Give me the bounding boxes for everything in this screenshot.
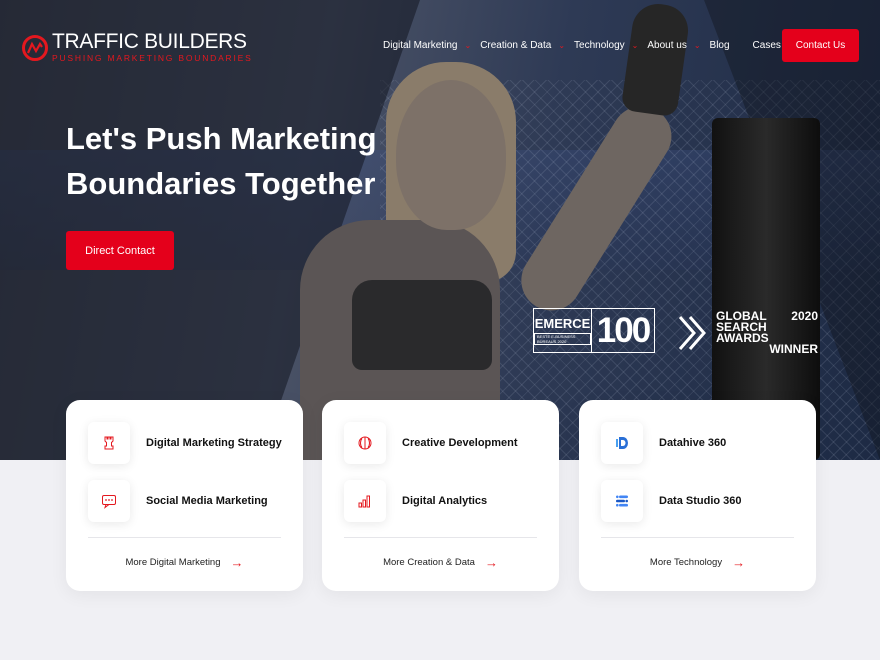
hero-photo-person — [352, 280, 492, 370]
chevron-down-icon: ⌄ — [558, 41, 566, 50]
arrow-right-icon: → — [732, 555, 746, 570]
nav-item-label: About us — [647, 40, 687, 51]
card-item[interactable]: Datahive 360 — [601, 422, 726, 464]
chess-rook-icon — [88, 422, 130, 464]
card-item-label: Digital Analytics — [402, 495, 488, 507]
nav-item-blog[interactable]: Blog — [710, 40, 730, 51]
nav-item-creation-data[interactable]: Creation & Data ⌄ — [480, 40, 574, 51]
hero-headline: Let's Push Marketing Boundaries Together — [66, 116, 426, 206]
emerce-100-award: EMERCE BESTE E-BUSINESS BUREAUS 2020 100 — [533, 308, 655, 353]
service-card-digital-marketing: Digital Marketing Strategy Social Media … — [66, 400, 303, 591]
global-search-awards-badge: GLOBAL 2020 SEARCH AWARDS WINNER — [676, 309, 818, 356]
award-year: 2020 — [791, 309, 818, 323]
nav-item-label: Cases — [752, 40, 781, 51]
brand-tagline: PUSHING MARKETING BOUNDARIES — [52, 53, 253, 63]
card-item-label: Digital Marketing Strategy — [146, 437, 282, 449]
more-link-label: More Digital Marketing — [125, 557, 221, 568]
bar-chart-icon — [344, 480, 386, 522]
award-text: WINNER — [769, 342, 818, 356]
hero-headline-line: Boundaries Together — [66, 166, 376, 201]
nav-item-technology[interactable]: Technology ⌄ — [574, 40, 647, 51]
direct-contact-button[interactable]: Direct Contact — [66, 231, 174, 270]
chevron-arrow-icon — [678, 316, 706, 350]
nav-item-label: Digital Marketing — [383, 40, 458, 51]
nav-item-cases[interactable]: Cases — [753, 40, 781, 51]
more-link[interactable]: More Technology → — [579, 555, 816, 570]
emerce-number: 100 — [596, 310, 651, 350]
chevron-down-icon: ⌄ — [693, 41, 701, 50]
logo-mark-icon — [22, 34, 48, 61]
service-card-creation-data: Creative Development Digital Analytics M… — [322, 400, 559, 591]
card-item[interactable]: Data Studio 360 — [601, 480, 742, 522]
nav-item-label: Creation & Data — [480, 40, 552, 51]
nav-item-label: Blog — [709, 40, 730, 51]
data-studio-icon — [601, 480, 643, 522]
card-divider — [344, 537, 537, 538]
card-item[interactable]: Social Media Marketing — [88, 480, 268, 522]
hero-section — [0, 0, 880, 460]
more-link-label: More Technology — [649, 557, 723, 568]
card-item-label: Datahive 360 — [659, 437, 727, 449]
more-link[interactable]: More Digital Marketing → — [66, 555, 303, 570]
more-link-label: More Creation & Data — [383, 557, 475, 568]
more-link[interactable]: More Creation & Data → — [322, 555, 559, 570]
creative-circle-icon — [344, 422, 386, 464]
card-divider — [601, 537, 794, 538]
chevron-down-icon: ⌄ — [631, 41, 639, 50]
nav-item-about-us[interactable]: About us ⌄ — [647, 40, 709, 51]
card-item[interactable]: Digital Marketing Strategy — [88, 422, 282, 464]
emerce-subtitle: BESTE E-BUSINESS BUREAUS 2020 — [534, 333, 591, 345]
brand-title: TRAFFIC BUILDERS — [52, 30, 247, 53]
service-card-technology: Datahive 360 Data Studio 360 More Techno… — [579, 400, 816, 591]
emerce-name: EMERCE — [534, 316, 591, 331]
contact-us-button[interactable]: Contact Us — [782, 29, 859, 62]
chat-bubble-icon — [88, 480, 130, 522]
main-nav: Digital Marketing ⌄ Creation & Data ⌄ Te… — [383, 40, 804, 51]
datahive-icon — [601, 422, 643, 464]
card-item[interactable]: Digital Analytics — [344, 480, 487, 522]
card-divider — [88, 537, 281, 538]
arrow-right-icon: → — [230, 555, 244, 570]
chevron-down-icon: ⌄ — [464, 41, 472, 50]
nav-item-digital-marketing[interactable]: Digital Marketing ⌄ — [383, 40, 480, 51]
nav-item-label: Technology — [574, 40, 625, 51]
card-item-label: Social Media Marketing — [146, 495, 268, 507]
hero-headline-line: Let's Push Marketing — [66, 121, 377, 156]
card-item[interactable]: Creative Development — [344, 422, 518, 464]
card-item-label: Creative Development — [402, 437, 518, 449]
card-item-label: Data Studio 360 — [659, 495, 742, 507]
brand-logo[interactable]: TRAFFIC BUILDERS PUSHING MARKETING BOUND… — [22, 30, 253, 63]
award-text: SEARCH AWARDS — [716, 320, 769, 345]
arrow-right-icon: → — [484, 555, 498, 570]
